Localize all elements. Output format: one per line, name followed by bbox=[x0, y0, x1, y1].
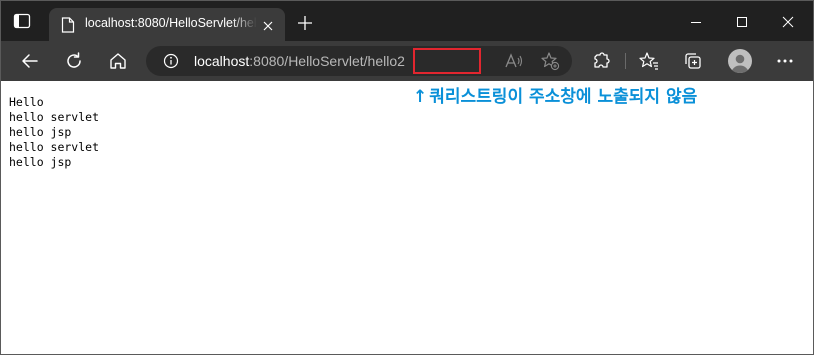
tab-close-icon[interactable] bbox=[261, 18, 275, 32]
active-tab[interactable]: localhost:8080/HelloServlet/hello2 bbox=[49, 8, 285, 41]
browser-window: localhost:8080/HelloServlet/hello2 local… bbox=[0, 0, 814, 355]
more-icon[interactable] bbox=[773, 49, 797, 73]
page-content: ↑ 쿼리스트링이 주소창에 노출되지 않음 Hello hello servlet… bbox=[1, 81, 813, 354]
collections-icon[interactable] bbox=[681, 49, 705, 73]
toolbar-divider bbox=[625, 53, 626, 69]
toolbar: localhost:8080/HelloServlet/hello2 bbox=[1, 41, 813, 81]
url-host: localhost bbox=[194, 53, 250, 69]
servlet-output: Hello hello servlet hello jsp hello serv… bbox=[9, 95, 99, 170]
page-icon bbox=[61, 17, 75, 33]
url-path: :8080/HelloServlet/hello2 bbox=[249, 53, 405, 69]
refresh-icon[interactable] bbox=[62, 49, 86, 73]
new-tab-plus-icon[interactable] bbox=[297, 15, 313, 31]
favorite-add-icon[interactable] bbox=[540, 51, 560, 75]
up-arrow-icon: ↑ bbox=[413, 87, 428, 107]
url-text[interactable]: localhost:8080/HelloServlet/hello2 bbox=[194, 53, 405, 71]
title-bar: localhost:8080/HelloServlet/hello2 bbox=[1, 1, 813, 41]
annotation-note: ↑ 쿼리스트링이 주소창에 노출되지 않음 bbox=[413, 82, 697, 108]
extensions-icon[interactable] bbox=[589, 49, 613, 73]
favorites-icon[interactable] bbox=[637, 49, 661, 73]
output-line: hello servlet bbox=[9, 140, 100, 154]
info-icon[interactable] bbox=[163, 53, 179, 73]
output-line: hello servlet bbox=[9, 110, 100, 124]
output-line: hello jsp bbox=[9, 125, 72, 139]
minimize-icon[interactable] bbox=[673, 1, 719, 41]
window-close-icon[interactable] bbox=[765, 1, 811, 41]
address-bar[interactable]: localhost:8080/HelloServlet/hello2 bbox=[146, 46, 572, 76]
maximize-icon[interactable] bbox=[719, 1, 765, 41]
home-icon[interactable] bbox=[106, 49, 130, 73]
tab-title: localhost:8080/HelloServlet/hello2 bbox=[85, 16, 257, 30]
profile-avatar[interactable] bbox=[728, 49, 752, 73]
annotation-text: 쿼리스트링이 주소창에 노출되지 않음 bbox=[429, 87, 698, 107]
highlight-box bbox=[413, 48, 481, 74]
tab-actions-icon[interactable] bbox=[13, 13, 31, 29]
back-arrow-icon[interactable] bbox=[18, 49, 42, 73]
read-aloud-icon[interactable] bbox=[504, 52, 524, 74]
output-line: Hello bbox=[9, 95, 44, 109]
output-line: hello jsp bbox=[9, 155, 72, 169]
